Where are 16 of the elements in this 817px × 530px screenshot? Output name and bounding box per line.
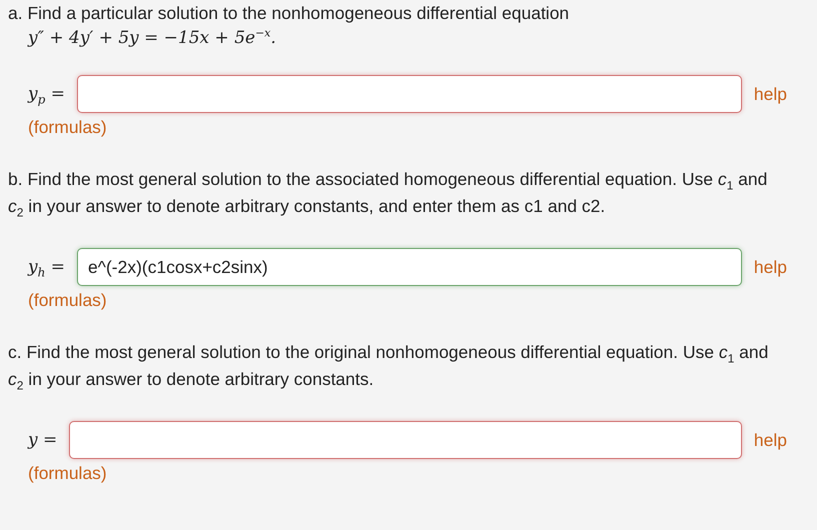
help-link[interactable]: help [754, 256, 787, 278]
answer-label: y$_{h}$ = [28, 257, 65, 277]
answer-label: y = [28, 430, 58, 450]
equation: y″ + 4y′ + 5y = −15x + 5e$^{−x}$. [28, 27, 278, 49]
help-link[interactable]: help [754, 430, 787, 450]
answer-label: y$_{p}$ = [28, 84, 65, 104]
question-text: a. Find a particular solution to the nonhomogeneous differential equation [8, 2, 570, 25]
answer-field[interactable]: e^(-2x)(c1cosx+c2sinx) [77, 248, 742, 286]
question-text: c. Find the most general solution to the original nonhomogeneous differential equation. Use c$_{1}$ and c$_{2}$ in your answer to denote arbitrary constants. [8, 341, 770, 393]
formulas-link[interactable]: (formulas) [28, 463, 107, 484]
answer-field[interactable] [76, 75, 742, 113]
formulas-link[interactable]: (formulas) [28, 290, 107, 311]
help-link[interactable]: help [754, 84, 787, 104]
formulas-link[interactable]: (formulas) [28, 117, 107, 138]
question-text: b. Find the most general solution to the associated homogeneous differential equation. Use c$_{1}$ and c$_{2}$ in your answer to denote arbitrary constants, and enter them as c1 and c2. [8, 168, 768, 220]
answer-field[interactable] [69, 421, 742, 459]
